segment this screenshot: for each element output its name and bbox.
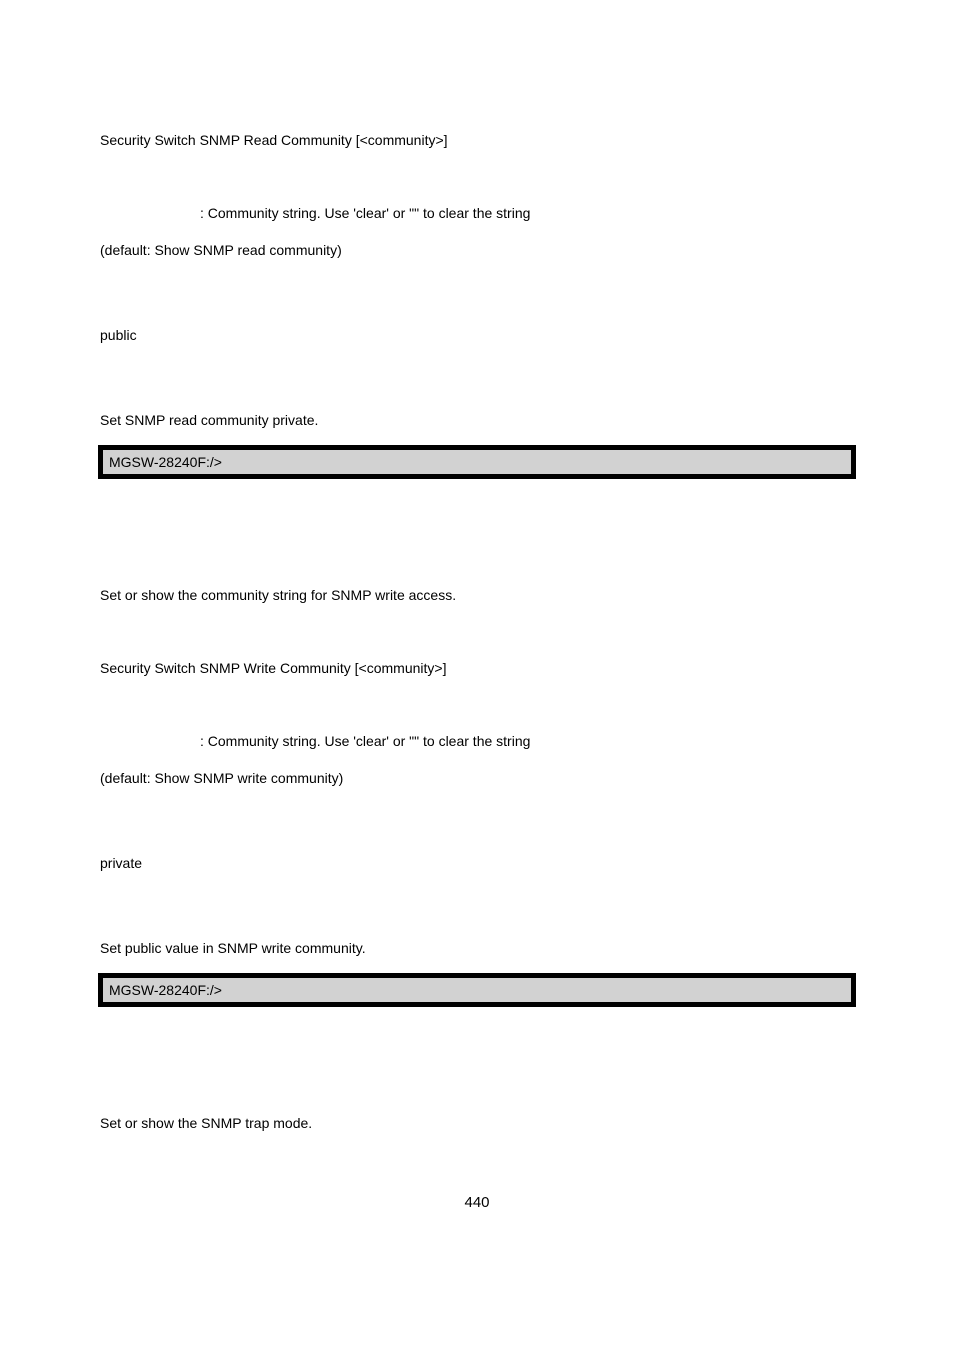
- terminal-box-write: MGSW-28240F:/>: [100, 975, 854, 1005]
- terminal-box-read: MGSW-28240F:/>: [100, 447, 854, 477]
- write-syntax: Security Switch SNMP Write Community [<c…: [100, 658, 854, 679]
- write-default-note: (default: Show SNMP write community): [100, 768, 854, 789]
- trap-description: Set or show the SNMP trap mode.: [100, 1113, 854, 1134]
- write-example-intro: Set public value in SNMP write community…: [100, 938, 854, 959]
- write-description: Set or show the community string for SNM…: [100, 585, 854, 606]
- page-number: 440: [100, 1194, 854, 1211]
- read-default-note: (default: Show SNMP read community): [100, 240, 854, 261]
- read-syntax: Security Switch SNMP Read Community [<co…: [100, 130, 854, 151]
- write-param-desc: : Community string. Use 'clear' or "" to…: [100, 731, 854, 752]
- read-default-value: public: [100, 325, 854, 346]
- document-page: Security Switch SNMP Read Community [<co…: [0, 0, 954, 1271]
- read-param-desc: : Community string. Use 'clear' or "" to…: [100, 203, 854, 224]
- read-example-intro: Set SNMP read community private.: [100, 410, 854, 431]
- write-default-value: private: [100, 853, 854, 874]
- terminal-prompt: MGSW-28240F:/>: [109, 454, 222, 470]
- terminal-prompt: MGSW-28240F:/>: [109, 982, 222, 998]
